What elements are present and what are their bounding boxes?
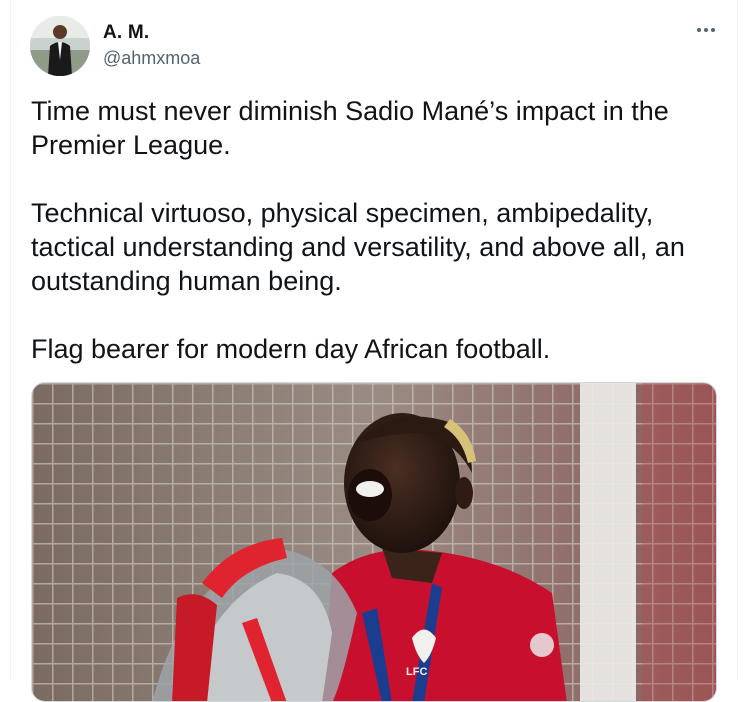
tweet-paragraph: Technical virtuoso, physical specimen, a… (31, 198, 685, 296)
author-handle[interactable]: @ahmxmoa (103, 48, 200, 69)
tweet-paragraph: Time must never diminish Sadio Mané’s im… (31, 96, 669, 160)
dot (711, 28, 715, 32)
avatar-image (30, 16, 90, 76)
tweet-photo[interactable]: LFC (31, 382, 717, 702)
avatar[interactable] (30, 16, 90, 76)
dot (704, 28, 708, 32)
tweet-text: Time must never diminish Sadio Mané’s im… (31, 94, 731, 366)
crest-text: LFC (406, 666, 427, 678)
tweet-paragraph: Flag bearer for modern day African footb… (31, 334, 551, 364)
more-horizontal-icon[interactable] (690, 20, 722, 40)
author-name[interactable]: A. M. (103, 22, 149, 44)
dot (697, 28, 701, 32)
player-photo: LFC (32, 383, 716, 701)
